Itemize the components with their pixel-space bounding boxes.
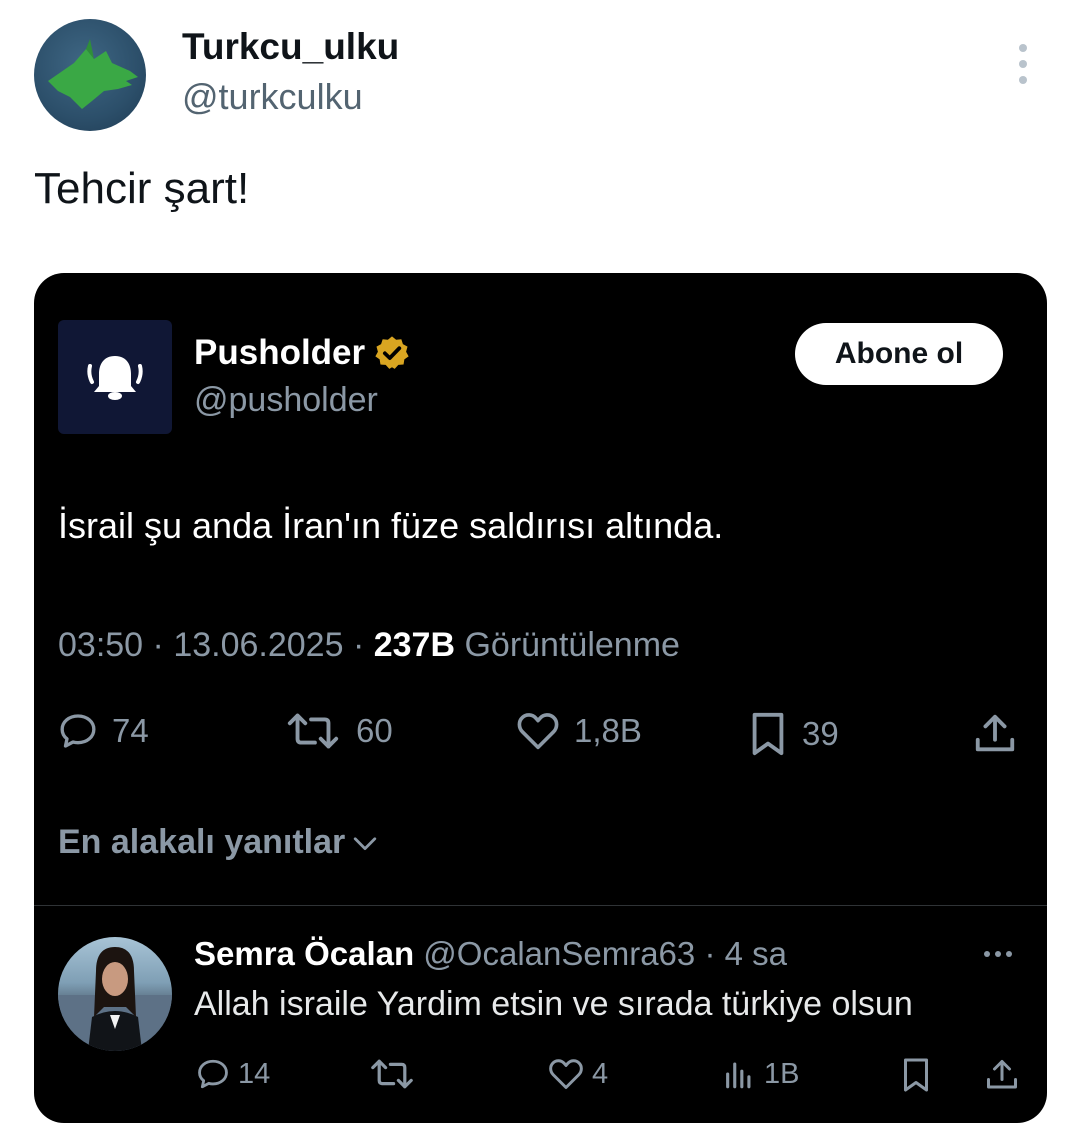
verified-badge-icon bbox=[375, 336, 409, 369]
pusholder-avatar bbox=[58, 320, 172, 434]
bookmark-icon bbox=[752, 712, 784, 756]
chevron-down-icon bbox=[354, 836, 377, 850]
replies-sort-dropdown[interactable]: En alakalı yanıtlar bbox=[58, 823, 379, 862]
reply-icon bbox=[60, 714, 96, 748]
bookmark-action[interactable]: 39 bbox=[748, 711, 839, 757]
reply-handle[interactable]: @OcalanSemra63 bbox=[423, 935, 695, 972]
tweet-date[interactable]: 13.06.2025 bbox=[173, 626, 343, 664]
analytics-icon bbox=[726, 1062, 751, 1089]
follow-button[interactable]: Abone ol bbox=[795, 323, 1003, 385]
outer-tweet-text: Tehcir şart! bbox=[34, 164, 250, 213]
reply-icon bbox=[198, 1059, 228, 1089]
meta-separator: · bbox=[152, 626, 164, 664]
repost-icon bbox=[287, 713, 339, 749]
wolf-head-icon bbox=[48, 39, 138, 109]
bell-icon bbox=[87, 356, 143, 400]
pusholder-display-name[interactable]: Pusholder bbox=[194, 333, 365, 373]
reply-bookmark-action[interactable] bbox=[900, 1057, 932, 1093]
reply-action[interactable]: 74 bbox=[58, 711, 149, 751]
reply-views-action[interactable]: 1B bbox=[722, 1057, 799, 1091]
reply-text: Allah israile Yardim etsin ve sırada tür… bbox=[194, 985, 913, 1023]
reply-header: Semra Öcalan @OcalanSemra63 · 4 sa bbox=[194, 935, 787, 973]
outer-display-name[interactable]: Turkcu_ulku bbox=[182, 26, 399, 68]
reply-share-action[interactable] bbox=[984, 1057, 1020, 1093]
bookmark-count: 39 bbox=[802, 715, 839, 752]
reply-like-count: 4 bbox=[592, 1057, 609, 1090]
embedded-tweet-image[interactable]: Pusholder @pusholder Abone ol İsrail şu … bbox=[34, 273, 1047, 1123]
repost-count: 60 bbox=[356, 712, 393, 749]
like-count: 1,8B bbox=[574, 712, 642, 749]
heart-icon bbox=[549, 1059, 583, 1089]
view-count: 237B bbox=[373, 626, 456, 664]
reply-count: 74 bbox=[112, 712, 149, 749]
reply-like-action[interactable]: 4 bbox=[548, 1057, 608, 1091]
share-icon bbox=[975, 714, 1015, 752]
pusholder-handle[interactable]: @pusholder bbox=[194, 381, 378, 420]
meta-separator: · bbox=[352, 626, 365, 664]
outer-handle[interactable]: @turkculku bbox=[182, 76, 363, 118]
share-icon bbox=[987, 1060, 1017, 1089]
heart-icon bbox=[517, 713, 559, 750]
reply-display-name[interactable]: Semra Öcalan bbox=[194, 935, 414, 972]
divider bbox=[34, 905, 1047, 906]
reply-repost-action[interactable] bbox=[368, 1057, 416, 1091]
outer-avatar[interactable] bbox=[34, 19, 146, 131]
vertical-ellipsis-icon[interactable] bbox=[1012, 44, 1034, 84]
reply-reply-count: 14 bbox=[238, 1057, 271, 1090]
tweet-meta: 03:50 · 13.06.2025 · 237B Görüntülenme bbox=[58, 626, 680, 665]
like-action[interactable]: 1,8B bbox=[516, 711, 642, 751]
meta-separator: · bbox=[704, 935, 716, 972]
person-photo-icon bbox=[58, 947, 172, 1051]
view-label: Görüntülenme bbox=[464, 626, 680, 664]
reply-avatar[interactable] bbox=[58, 937, 172, 1051]
replies-sort-label: En alakalı yanıtlar bbox=[58, 823, 346, 861]
share-action[interactable] bbox=[972, 711, 1018, 757]
repost-icon bbox=[371, 1059, 413, 1089]
embedded-tweet-text: İsrail şu anda İran'ın füze saldırısı al… bbox=[58, 505, 724, 546]
reply-time[interactable]: 4 sa bbox=[725, 935, 787, 972]
bookmark-icon bbox=[904, 1058, 928, 1092]
tweet-time[interactable]: 03:50 bbox=[58, 626, 143, 664]
reply-reply-action[interactable]: 14 bbox=[196, 1057, 270, 1091]
horizontal-ellipsis-icon[interactable] bbox=[984, 951, 1012, 957]
pusholder-name-row[interactable]: Pusholder bbox=[194, 333, 411, 373]
repost-action[interactable]: 60 bbox=[284, 711, 393, 751]
reply-view-count: 1B bbox=[764, 1057, 800, 1090]
